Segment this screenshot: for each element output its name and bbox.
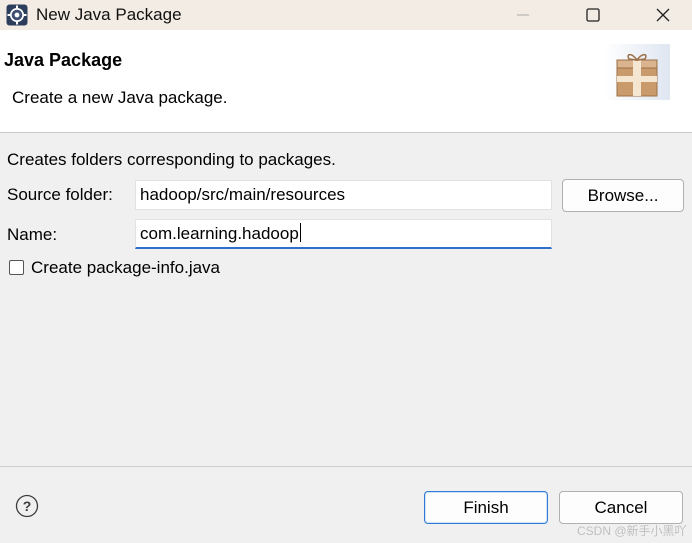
footer-divider	[0, 466, 692, 467]
package-info-checkbox[interactable]	[9, 260, 24, 275]
eclipse-icon	[6, 4, 28, 26]
package-icon	[604, 44, 670, 100]
name-label: Name:	[7, 225, 58, 244]
wizard-header: Java Package Create a new Java package.	[0, 30, 692, 133]
minimize-button[interactable]	[500, 0, 546, 30]
cancel-button[interactable]: Cancel	[559, 491, 683, 524]
finish-button-label: Finish	[463, 497, 509, 517]
help-icon[interactable]: ?	[15, 494, 39, 518]
text-cursor	[299, 223, 301, 242]
browse-button-label: Browse...	[587, 185, 659, 205]
minimize-icon	[517, 14, 529, 16]
close-button[interactable]	[640, 0, 686, 30]
cancel-button-label: Cancel	[594, 497, 648, 517]
info-text: Creates folders corresponding to package…	[7, 150, 336, 169]
close-icon	[656, 8, 670, 22]
title-bar: New Java Package	[0, 0, 692, 30]
source-folder-input[interactable]: hadoop/src/main/resources	[135, 180, 552, 210]
name-value: com.learning.hadoop	[140, 224, 299, 243]
name-input[interactable]: com.learning.hadoop	[135, 219, 552, 249]
source-folder-value: hadoop/src/main/resources	[140, 185, 346, 204]
svg-text:?: ?	[23, 498, 32, 514]
watermark-text: CSDN @新手小黑吖	[577, 524, 687, 538]
page-description: Create a new Java package.	[12, 88, 228, 107]
maximize-button[interactable]	[570, 0, 616, 30]
browse-button[interactable]: Browse...	[562, 179, 684, 212]
window-title: New Java Package	[36, 5, 182, 24]
maximize-icon	[586, 8, 600, 22]
finish-button[interactable]: Finish	[424, 491, 548, 524]
page-title: Java Package	[4, 50, 123, 70]
package-info-checkbox-label[interactable]: Create package-info.java	[31, 257, 220, 279]
source-folder-label: Source folder:	[7, 185, 113, 204]
